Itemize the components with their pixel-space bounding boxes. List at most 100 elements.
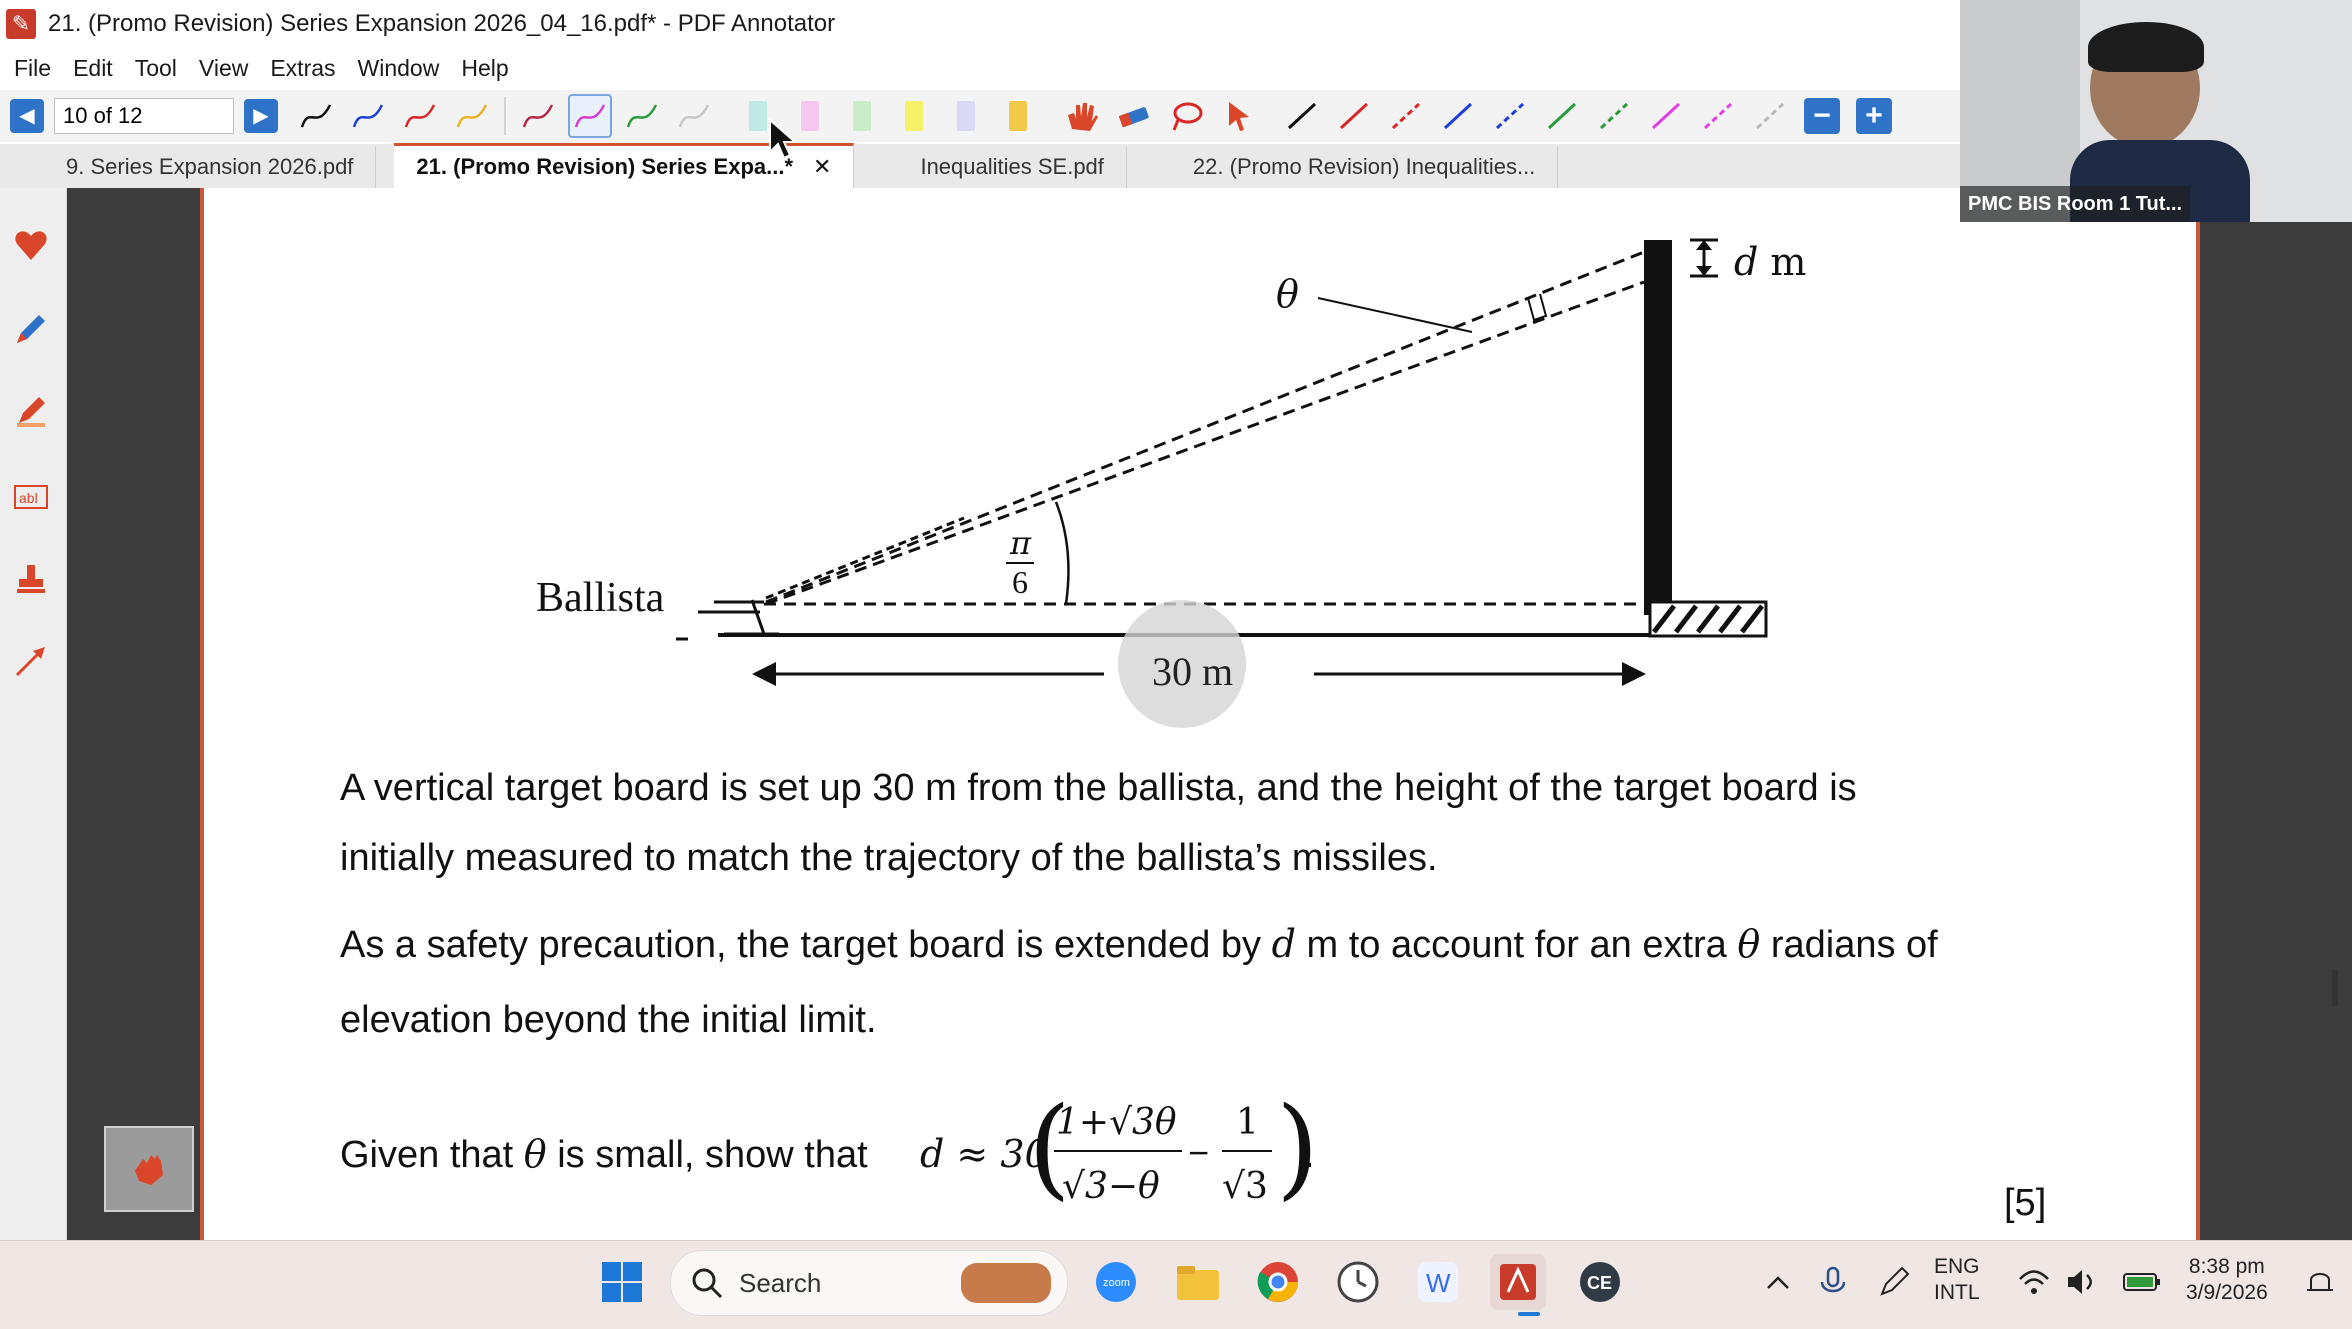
para2-text-c: radians of [1770, 924, 1938, 966]
line-blue-dashed-button[interactable] [1488, 94, 1532, 138]
stamp-icon[interactable] [8, 556, 54, 602]
line-blue-button[interactable] [1436, 94, 1480, 138]
menu-window[interactable]: Window [358, 55, 440, 82]
text-box-icon[interactable]: abl [8, 474, 54, 520]
previous-page-button[interactable]: ◀ [10, 99, 44, 133]
pen-maroon-button[interactable] [516, 94, 560, 138]
marks-label: [5] [2004, 1182, 2047, 1224]
menu-tool[interactable]: Tool [135, 55, 177, 82]
highlighter-icon[interactable] [8, 388, 54, 434]
volume-icon[interactable] [2054, 1254, 2110, 1310]
line-green-dashed-button[interactable] [1592, 94, 1636, 138]
pen-white-button[interactable] [672, 94, 716, 138]
highlighter-lavender-button[interactable] [944, 94, 988, 138]
pen-magenta-button[interactable] [568, 94, 612, 138]
highlighter-green-button[interactable] [840, 94, 884, 138]
select-arrow-icon[interactable] [1216, 94, 1260, 138]
file-explorer-icon[interactable] [1170, 1254, 1226, 1310]
highlighter-orange-button[interactable] [996, 94, 1040, 138]
zoom-in-button[interactable]: + [1856, 98, 1892, 134]
search-icon [692, 1268, 723, 1299]
clock-app-icon[interactable] [1330, 1254, 1386, 1310]
page-right-margin [2196, 188, 2352, 1240]
whiteboard-app-icon[interactable]: W [1410, 1254, 1466, 1310]
question-theta: θ [523, 1132, 547, 1176]
d-letter: d [1734, 240, 1759, 284]
menu-file[interactable]: File [14, 55, 51, 82]
highlighter-yellow-button[interactable] [892, 94, 936, 138]
question-line: Given that θ is small, show that [340, 1132, 868, 1179]
menu-help[interactable]: Help [461, 55, 508, 82]
hand-tool-icon[interactable] [104, 1126, 194, 1212]
mouse-cursor-icon [769, 118, 798, 160]
upper-trajectory [765, 250, 1645, 604]
show-hidden-icons-chevron-icon[interactable] [1750, 1254, 1806, 1310]
formula-period: . [1304, 1134, 1315, 1176]
favorites-icon[interactable] [8, 222, 54, 268]
line-green-button[interactable] [1540, 94, 1584, 138]
angle-denominator: 6 [1012, 564, 1028, 600]
close-tab-icon[interactable]: ✕ [813, 154, 831, 180]
ce-app-icon[interactable]: CE [1572, 1254, 1628, 1310]
line-red-dashed-button[interactable] [1384, 94, 1428, 138]
tab-promo-inequalities[interactable]: 22. (Promo Revision) Inequalities... [1171, 146, 1559, 188]
line-gray-dashed-button[interactable] [1748, 94, 1792, 138]
page-number-input[interactable] [54, 98, 234, 134]
next-page-button[interactable]: ▶ [244, 99, 278, 133]
microphone-icon[interactable] [1806, 1254, 1862, 1310]
notifications-icon[interactable] [2292, 1254, 2348, 1310]
paragraph-2-line-1: As a safety precaution, the target board… [340, 922, 1938, 969]
eraser-icon[interactable] [1112, 94, 1156, 138]
pdf-annotator-taskbar-icon[interactable] [1490, 1254, 1546, 1310]
d-unit: m [1770, 240, 1807, 284]
zoom-out-button[interactable]: − [1804, 98, 1840, 134]
pen-black-button[interactable] [294, 94, 338, 138]
page-left-margin [66, 188, 200, 1240]
tab-series-expansion[interactable]: 9. Series Expansion 2026.pdf [46, 146, 377, 188]
fraction-2-denominator: √3 [1222, 1166, 1268, 1207]
fraction-2-bar [1222, 1150, 1272, 1152]
hand-tool-icon[interactable] [1060, 94, 1104, 138]
pen-green-button[interactable] [620, 94, 664, 138]
webcam-video[interactable]: PMC BIS Room 1 Tut... [1960, 0, 2352, 222]
tab-inequalities-se[interactable]: Inequalities SE.pdf [898, 146, 1127, 188]
document-tabs: 9. Series Expansion 2026.pdf 21. (Promo … [0, 143, 1960, 188]
pen-yellow-button[interactable] [450, 94, 494, 138]
svg-text:CE: CE [1587, 1273, 1612, 1293]
pen-tools [290, 94, 720, 138]
pen-menu-icon[interactable] [1866, 1254, 1922, 1310]
line-red-button[interactable] [1332, 94, 1376, 138]
pdf-annotator-logo-icon: ✎ [6, 9, 36, 39]
webcam-person-hair [2088, 22, 2204, 72]
line-black-button[interactable] [1280, 94, 1324, 138]
pdf-page[interactable]: Ballista θ d m π 6 30 m [200, 188, 2200, 1240]
menu-view[interactable]: View [199, 55, 248, 82]
menu-edit[interactable]: Edit [73, 55, 113, 82]
active-app-indicator [1518, 1312, 1540, 1316]
menu-extras[interactable]: Extras [270, 55, 335, 82]
chrome-icon[interactable] [1250, 1254, 1306, 1310]
lasso-icon[interactable] [1164, 94, 1208, 138]
keyboard-layout: INTL [1934, 1281, 1980, 1304]
arrow-icon[interactable] [8, 638, 54, 684]
scrollbar-thumb[interactable] [2332, 970, 2338, 1006]
paragraph-2-line-2: elevation beyond the initial limit. [340, 999, 877, 1041]
system-clock[interactable]: 8:38 pm 3/9/2026 [2186, 1254, 2268, 1306]
zoom-app-icon[interactable]: zoom [1088, 1254, 1144, 1310]
search-placeholder: Search [739, 1267, 822, 1298]
pen-blue-button[interactable] [346, 94, 390, 138]
taskbar-search[interactable]: Search [670, 1250, 1068, 1316]
input-language-indicator[interactable]: ENG INTL [1934, 1254, 1980, 1306]
tab-label: 22. (Promo Revision) Inequalities... [1192, 154, 1536, 179]
ballista-label: Ballista [536, 575, 665, 621]
pen-red-button[interactable] [398, 94, 442, 138]
pen-icon[interactable] [8, 306, 54, 352]
line-magenta-button[interactable] [1644, 94, 1688, 138]
target-board [1644, 240, 1672, 615]
tool-sidebar: abl [0, 188, 67, 1240]
battery-icon[interactable] [2114, 1254, 2170, 1310]
windows-start-icon[interactable] [594, 1254, 650, 1310]
line-magenta-dashed-button[interactable] [1696, 94, 1740, 138]
clock-time: 8:38 pm [2188, 1255, 2265, 1278]
menu-bar: File Edit Tool View Extras Window Help [0, 48, 1960, 88]
